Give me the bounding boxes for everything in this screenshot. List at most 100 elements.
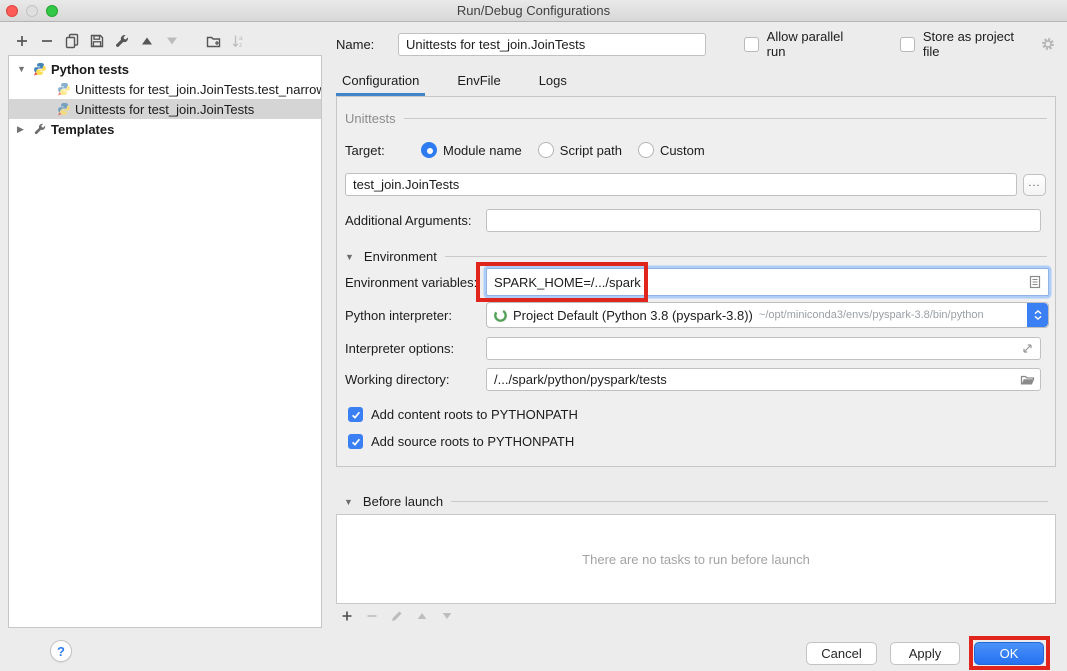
add-content-roots-checkbox[interactable] <box>348 407 363 422</box>
ok-button[interactable]: OK <box>974 642 1044 665</box>
save-icon[interactable] <box>89 33 105 49</box>
remove-task-icon[interactable] <box>365 609 379 623</box>
svg-text:z: z <box>239 42 242 49</box>
add-source-roots-row[interactable]: Add source roots to PYTHONPATH <box>348 434 574 449</box>
environment-variables-row: Environment variables: <box>345 267 1049 297</box>
radio-button[interactable] <box>638 142 654 158</box>
python-test-icon <box>57 82 71 96</box>
templates-wrench-icon <box>33 122 47 136</box>
interpreter-options-label: Interpreter options: <box>345 341 486 356</box>
interpreter-options-row: Interpreter options: <box>345 337 1049 360</box>
move-task-up-icon[interactable] <box>415 609 429 623</box>
radio-button-selected[interactable] <box>421 142 437 158</box>
store-as-project-file-checkbox-group[interactable]: Store as project file <box>900 29 1030 59</box>
radio-script-path[interactable]: Script path <box>538 142 622 158</box>
move-up-icon[interactable] <box>139 33 155 49</box>
additional-arguments-row: Additional Arguments: <box>345 209 1049 232</box>
edit-defaults-wrench-icon[interactable] <box>114 33 130 49</box>
allow-parallel-run-label: Allow parallel run <box>767 29 862 59</box>
sort-alphabetically-icon[interactable]: az <box>231 33 247 49</box>
tree-item-jointests-selected[interactable]: Unittests for test_join.JoinTests <box>9 99 321 119</box>
folder-browse-icon[interactable] <box>1020 372 1035 387</box>
browse-variables-icon[interactable] <box>1028 275 1042 289</box>
python-interpreter-dropdown[interactable]: Project Default (Python 3.8 (pyspark-3.8… <box>486 302 1049 328</box>
tab-configuration[interactable]: Configuration <box>336 68 425 96</box>
environment-section-header[interactable]: ▼ Environment <box>345 249 1047 264</box>
cancel-button[interactable]: Cancel <box>806 642 877 665</box>
svg-text:a: a <box>239 35 243 42</box>
tab-label: EnvFile <box>457 73 500 88</box>
name-input[interactable] <box>398 33 706 56</box>
remove-icon[interactable] <box>39 33 55 49</box>
tab-envfile[interactable]: EnvFile <box>451 68 506 96</box>
store-as-project-file-label: Store as project file <box>923 29 1030 59</box>
copy-icon[interactable] <box>64 33 80 49</box>
interpreter-path: ~/opt/miniconda3/envs/pyspark-3.8/bin/py… <box>759 309 1024 321</box>
working-directory-row: Working directory: <box>345 368 1049 391</box>
allow-parallel-run-checkbox[interactable] <box>744 37 759 52</box>
add-source-roots-label: Add source roots to PYTHONPATH <box>371 434 574 449</box>
conda-environment-icon <box>493 308 508 323</box>
add-icon[interactable] <box>14 33 30 49</box>
before-launch-title: Before launch <box>363 494 443 509</box>
add-source-roots-checkbox[interactable] <box>348 434 363 449</box>
radio-button[interactable] <box>538 142 554 158</box>
target-row: Target: Module name Script path Custom <box>345 142 721 158</box>
store-settings-gear-icon[interactable] <box>1040 36 1056 52</box>
configurations-toolbar: az <box>14 30 247 52</box>
help-button[interactable]: ? <box>50 640 72 662</box>
dropdown-stepper-icon[interactable] <box>1027 303 1048 327</box>
unittests-group-header: Unittests <box>345 111 1047 126</box>
module-row: ... <box>345 173 1046 196</box>
environment-variables-input[interactable] <box>487 270 1028 294</box>
add-task-icon[interactable] <box>340 609 354 623</box>
section-collapse-icon[interactable]: ▼ <box>345 252 354 262</box>
add-content-roots-row[interactable]: Add content roots to PYTHONPATH <box>348 407 578 422</box>
tree-item-label: Unittests for test_join.JoinTests <box>75 102 254 117</box>
divider <box>404 118 1047 119</box>
apply-button[interactable]: Apply <box>890 642 960 665</box>
additional-arguments-input[interactable] <box>486 209 1041 232</box>
module-name-input[interactable] <box>345 173 1017 196</box>
run-debug-configurations-dialog: Run/Debug Configurations az <box>0 0 1067 671</box>
browse-button[interactable]: ... <box>1023 174 1046 196</box>
chevron-expanded-icon[interactable]: ▼ <box>17 64 29 74</box>
environment-variables-label: Environment variables: <box>345 275 486 290</box>
move-task-down-icon[interactable] <box>440 609 454 623</box>
interpreter-options-input[interactable] <box>486 337 1041 360</box>
python-test-icon <box>57 102 71 116</box>
title-bar: Run/Debug Configurations <box>0 0 1067 22</box>
section-collapse-icon[interactable]: ▼ <box>344 497 353 507</box>
python-interpreter-row: Python interpreter: Project Default (Pyt… <box>345 302 1049 328</box>
python-tests-icon <box>33 62 47 76</box>
window-title: Run/Debug Configurations <box>0 0 1067 22</box>
radio-custom[interactable]: Custom <box>638 142 705 158</box>
radio-label: Custom <box>660 143 705 158</box>
name-label: Name: <box>336 37 398 52</box>
new-folder-icon[interactable] <box>206 33 222 49</box>
tab-label: Logs <box>539 73 567 88</box>
working-directory-label: Working directory: <box>345 372 486 387</box>
allow-parallel-run-checkbox-group[interactable]: Allow parallel run <box>744 29 862 59</box>
edit-task-pencil-icon[interactable] <box>390 609 404 623</box>
move-down-icon[interactable] <box>164 33 180 49</box>
tree-group-templates[interactable]: ▶ Templates <box>9 119 321 139</box>
before-launch-header[interactable]: ▼ Before launch <box>344 494 1048 509</box>
python-interpreter-label: Python interpreter: <box>345 308 486 323</box>
working-directory-input[interactable] <box>486 368 1041 391</box>
before-launch-empty-message: There are no tasks to run before launch <box>582 552 810 567</box>
divider <box>445 256 1047 257</box>
store-as-project-file-checkbox[interactable] <box>900 37 915 52</box>
tree-item-label: Unittests for test_join.JoinTests.test_n… <box>75 82 321 97</box>
name-row: Name: Allow parallel run Store as projec… <box>336 32 1056 56</box>
before-launch-toolbar <box>340 609 454 623</box>
expand-field-icon[interactable] <box>1021 342 1034 355</box>
chevron-collapsed-icon[interactable]: ▶ <box>17 124 29 135</box>
radio-module-name[interactable]: Module name <box>421 142 522 158</box>
tree-item-label: Python tests <box>51 62 129 77</box>
tree-item-test-narrow[interactable]: Unittests for test_join.JoinTests.test_n… <box>9 79 321 99</box>
tab-logs[interactable]: Logs <box>533 68 573 96</box>
tree-group-python-tests[interactable]: ▼ Python tests <box>9 59 321 79</box>
unittests-group-title: Unittests <box>345 111 396 126</box>
divider <box>451 501 1048 502</box>
